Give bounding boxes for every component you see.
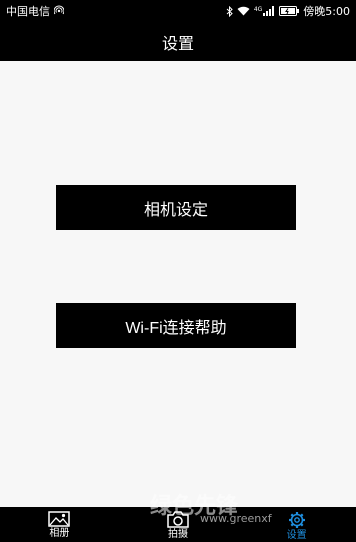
bottom-nav: 相册 拍摄 设置 <box>0 507 356 542</box>
status-bar: 中国电信 4G 傍晚5:00 <box>0 0 356 22</box>
clock-time: 傍晚5:00 <box>303 5 350 18</box>
tab-settings-label: 设置 <box>286 530 307 541</box>
tab-album[interactable]: 相册 <box>0 507 119 542</box>
settings-content: 相机设定 Wi-Fi连接帮助 <box>0 61 356 507</box>
camera-settings-button[interactable]: 相机设定 <box>56 185 296 230</box>
tab-capture-label: 拍摄 <box>168 529 188 540</box>
signal-icon <box>263 6 275 16</box>
wifi-icon <box>237 6 250 16</box>
status-left: 中国电信 <box>6 3 65 19</box>
gear-icon <box>288 511 306 529</box>
tab-capture[interactable]: 拍摄 <box>119 507 238 542</box>
camera-icon <box>167 511 189 528</box>
image-icon <box>48 511 71 527</box>
bluetooth-icon <box>226 5 233 17</box>
battery-icon <box>279 6 300 16</box>
page-title: 设置 <box>161 33 194 53</box>
carrier-name: 中国电信 <box>6 5 50 18</box>
status-right: 4G 傍晚5:00 <box>226 3 350 19</box>
wifi-help-button[interactable]: Wi-Fi连接帮助 <box>56 303 296 348</box>
tab-album-label: 相册 <box>49 528 70 539</box>
hotspot-icon <box>53 5 65 18</box>
title-bar: 设置 <box>0 22 356 61</box>
tab-settings[interactable]: 设置 <box>237 507 356 542</box>
network-type-label: 4G <box>253 6 263 13</box>
